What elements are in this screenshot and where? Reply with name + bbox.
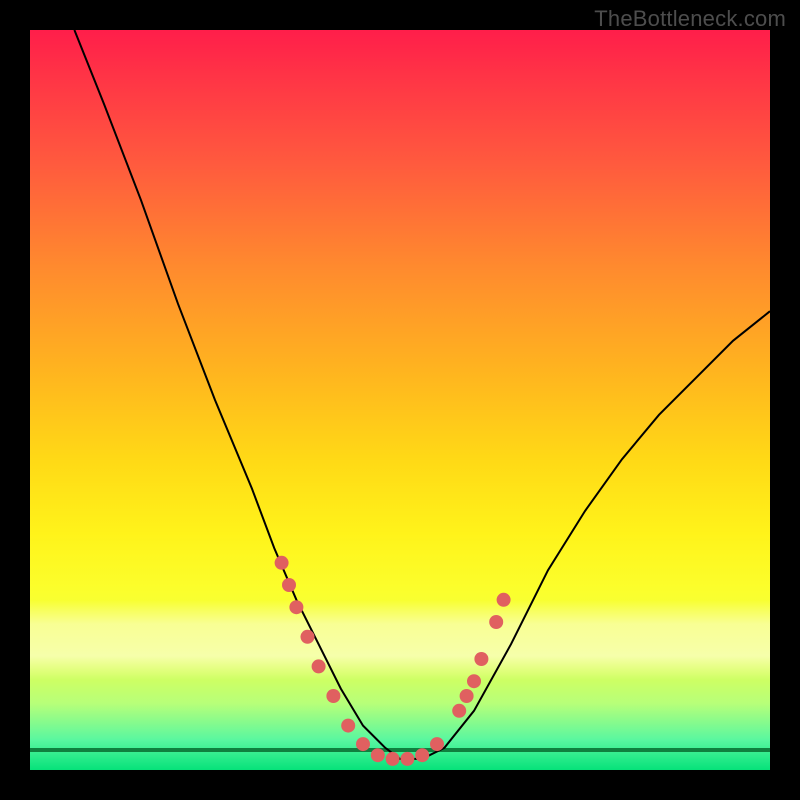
marker-dot <box>474 652 488 666</box>
plot-area <box>30 30 770 770</box>
marker-dot <box>400 752 414 766</box>
marker-dot <box>326 689 340 703</box>
marker-dot <box>356 737 370 751</box>
marker-dot <box>415 748 429 762</box>
frame: TheBottleneck.com <box>0 0 800 800</box>
watermark-text: TheBottleneck.com <box>594 6 786 32</box>
marker-dot <box>301 630 315 644</box>
marker-dot <box>341 719 355 733</box>
marker-dot <box>460 689 474 703</box>
marker-dot <box>371 748 385 762</box>
marker-dot <box>282 578 296 592</box>
bottleneck-curve <box>74 30 770 759</box>
marker-group <box>275 556 511 766</box>
marker-dot <box>467 674 481 688</box>
marker-dot <box>275 556 289 570</box>
marker-dot <box>452 704 466 718</box>
marker-dot <box>497 593 511 607</box>
marker-dot <box>386 752 400 766</box>
curve-svg <box>30 30 770 770</box>
marker-dot <box>312 659 326 673</box>
marker-dot <box>430 737 444 751</box>
marker-dot <box>289 600 303 614</box>
marker-dot <box>489 615 503 629</box>
